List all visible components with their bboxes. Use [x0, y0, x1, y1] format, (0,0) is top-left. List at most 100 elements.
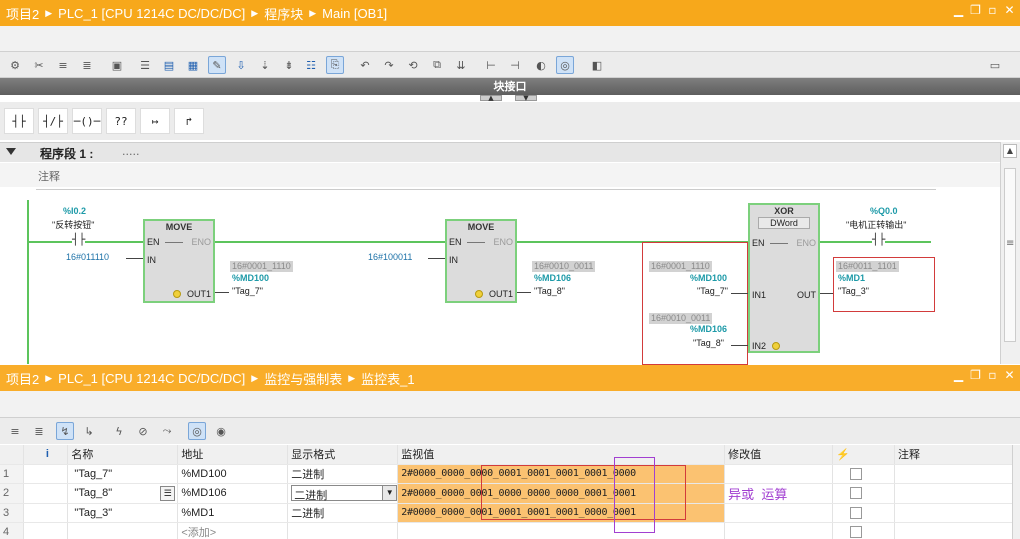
table-row[interactable]: 4 <添加> [0, 522, 1020, 539]
modify-checkbox[interactable] [850, 467, 863, 480]
insert-row-icon[interactable]: ≡ [6, 422, 24, 440]
row-comment[interactable] [894, 464, 1020, 484]
move2-box[interactable]: MOVE EN ENO IN OUT1 [445, 219, 517, 303]
row-modify-flag[interactable] [832, 483, 896, 504]
restore-icon[interactable]: ❐ [969, 369, 982, 382]
compare-icon[interactable]: ⧉ [428, 56, 446, 74]
row-name[interactable] [67, 522, 179, 539]
xor-in2-tag[interactable]: "Tag_8" [693, 338, 724, 348]
modify-checkbox[interactable] [850, 525, 863, 538]
col-comment[interactable]: 注释 [894, 445, 1020, 465]
collapse-network-icon[interactable] [6, 148, 16, 155]
col-info[interactable]: i [23, 445, 69, 465]
monitor-once-icon[interactable]: ◉ [212, 422, 230, 440]
breadcrumb-plc[interactable]: PLC_1 [CPU 1214C DC/DC/DC] [58, 6, 245, 21]
row-modify-flag[interactable] [832, 522, 896, 539]
output-coil[interactable]: ┤├ [872, 233, 886, 246]
stop-force-icon[interactable]: ⊘ [134, 422, 152, 440]
interface-expand-icon[interactable]: ▼ [515, 95, 537, 102]
favorites-icon[interactable]: ☷ [302, 56, 320, 74]
row-name[interactable]: "Tag_8" ☰ [67, 483, 179, 504]
row-comment[interactable] [894, 483, 1020, 504]
network-description[interactable]: ..... [122, 145, 139, 158]
xor-box[interactable]: XOR DWord EN ENO IN1 OUT IN2 [748, 203, 820, 353]
align2-icon[interactable]: ⊣ [506, 56, 524, 74]
xor-in1-tag[interactable]: "Tag_7" [697, 286, 728, 296]
row-address[interactable]: %MD106 [177, 483, 289, 504]
move1-box[interactable]: MOVE EN ENO IN OUT1 [143, 219, 215, 303]
modify-checkbox[interactable] [850, 487, 863, 500]
breadcrumb-main-ob1[interactable]: Main [OB1] [322, 6, 387, 21]
watch-breadcrumb-project[interactable]: 项目2 [6, 369, 39, 388]
insert-branch-icon[interactable]: ≡ [54, 56, 72, 74]
open-branch-button[interactable]: ↦ [140, 108, 170, 134]
network-comment-field[interactable]: 注释 [0, 163, 1000, 187]
network-header[interactable]: 程序段 1 : ..... [0, 142, 1000, 162]
list-view-icon[interactable]: ☰ [136, 56, 154, 74]
comment-toggle-icon[interactable]: ✎ [208, 56, 226, 74]
tag-select-icon[interactable]: ☰ [160, 485, 176, 501]
no-contact-button[interactable]: ┤├ [4, 108, 34, 134]
row-display-format[interactable]: 二进制 ▼ [287, 483, 399, 504]
absolute-address-icon[interactable]: ⇩ [232, 56, 250, 74]
chevron-down-icon[interactable]: ▼ [382, 486, 397, 500]
minimize-icon[interactable]: ▁ [952, 369, 965, 382]
row-modify-flag[interactable] [832, 503, 896, 523]
editor-vertical-scrollbar[interactable]: ▲ ≡ [1000, 142, 1020, 364]
close-branch-button[interactable]: ↱ [174, 108, 204, 134]
block-interface-bar[interactable]: 块接口 ▲ ▼ [0, 78, 1020, 102]
delete-network-icon[interactable]: ✂ [30, 56, 48, 74]
xor-out-tag[interactable]: "Tag_3" [838, 286, 869, 296]
breadcrumb-program-blocks[interactable]: 程序块 [264, 4, 303, 23]
watch-breadcrumb-table[interactable]: 监控表_1 [361, 369, 414, 388]
panel-layout-icon[interactable]: ▭ [986, 56, 1004, 74]
row-modify-value[interactable] [724, 522, 834, 539]
row-address[interactable]: %MD100 [177, 464, 289, 484]
col-address[interactable]: 地址 [177, 445, 289, 465]
tag-info2-icon[interactable]: ⇟ [280, 56, 298, 74]
restore-icon[interactable]: ❐ [969, 4, 982, 17]
scroll-thumb[interactable] [1004, 168, 1016, 342]
display-format-dropdown[interactable]: 二进制 ▼ [291, 485, 397, 502]
insert-network-icon[interactable]: ⚙ [6, 56, 24, 74]
move2-in-value[interactable]: 16#100011 [368, 252, 412, 262]
grid-view-icon[interactable]: ▦ [184, 56, 202, 74]
tag-info-icon[interactable]: ⇣ [256, 56, 274, 74]
update-calls-icon[interactable]: ⟲ [404, 56, 422, 74]
row-name[interactable]: "Tag_3" [67, 503, 179, 523]
modify-trigger-icon[interactable]: ↳ [80, 422, 98, 440]
breadcrumb-project[interactable]: 项目2 [6, 4, 39, 23]
watch-breadcrumb-plc[interactable]: PLC_1 [CPU 1214C DC/DC/DC] [58, 371, 245, 386]
monitor-toggle-icon[interactable]: ⎘ [326, 56, 344, 74]
modify-now-icon[interactable]: ↯ [56, 422, 74, 440]
input-contact[interactable]: ┤├ [72, 233, 86, 246]
interface-collapse-icon[interactable]: ▲ [480, 95, 502, 102]
table-view-icon[interactable]: ▤ [160, 56, 178, 74]
col-monitor-value[interactable]: 监视值 [397, 445, 726, 465]
float-icon[interactable]: ▫ [986, 4, 999, 17]
color-palette-icon[interactable]: ◐ [532, 56, 550, 74]
row-modify-value[interactable]: 异或 运算 [724, 483, 834, 504]
goto-next-error-icon[interactable]: ↷ [380, 56, 398, 74]
watch-vertical-scrollbar[interactable] [1012, 445, 1020, 539]
watch-breadcrumb-watch-force[interactable]: 监控与强制表 [264, 369, 342, 388]
col-modify-value[interactable]: 修改值 [724, 445, 834, 465]
row-name[interactable]: "Tag_7" [67, 464, 179, 484]
close-icon[interactable]: ✕ [1003, 4, 1016, 17]
row-display-format[interactable]: 二进制 [287, 464, 399, 484]
modify-checkbox[interactable] [850, 506, 863, 519]
align-icon[interactable]: ⊢ [482, 56, 500, 74]
row-comment[interactable] [894, 503, 1020, 523]
row-modify-value[interactable] [724, 464, 834, 484]
empty-box-button[interactable]: ?? [106, 108, 136, 134]
coil-button[interactable]: ─()─ [72, 108, 102, 134]
block-call-icon[interactable]: ▣ [108, 56, 126, 74]
monitoring-glasses-icon[interactable]: ◎ [556, 56, 574, 74]
download-icon[interactable]: ⇊ [452, 56, 470, 74]
xor-type-selector[interactable]: DWord [758, 217, 810, 229]
row-display-format[interactable] [287, 522, 399, 539]
row-modify-flag[interactable] [832, 464, 896, 484]
close-branch-icon[interactable]: ≣ [78, 56, 96, 74]
row-comment[interactable] [894, 522, 1020, 539]
force-icon[interactable]: ϟ [110, 422, 128, 440]
